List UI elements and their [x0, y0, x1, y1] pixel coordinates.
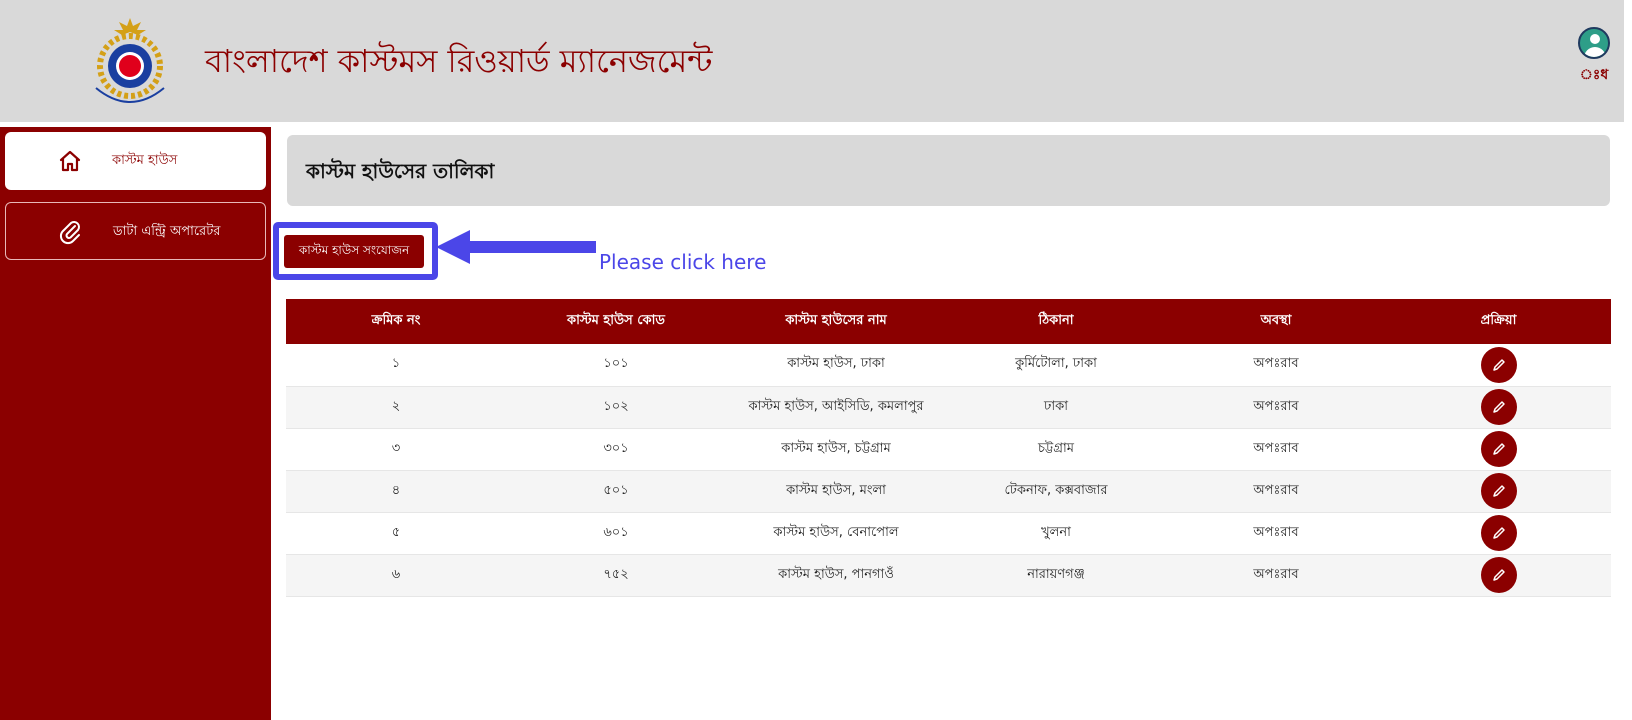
custom-house-table: ক্রমিক নং কাস্টম হাউস কোড কাস্টম হাউসের … — [286, 299, 1611, 597]
edit-button[interactable] — [1480, 389, 1517, 425]
cell-name: কাস্টম হাউস, মংলা — [726, 470, 946, 513]
cell-action — [1386, 428, 1611, 471]
table-row: ৪ ৫০১ কাস্টম হাউস, মংলা টেকনাফ, কক্সবাজা… — [286, 470, 1611, 513]
add-custom-house-button[interactable]: কাস্টম হাউস সংযোজন — [284, 235, 424, 268]
cell-code: ৬০১ — [506, 512, 726, 555]
cell-action — [1386, 470, 1611, 513]
cell-action — [1386, 554, 1611, 597]
page-title: কাস্টম হাউসের তালিকা — [306, 159, 495, 183]
cell-name: কাস্টম হাউস, পানগাওঁ — [726, 554, 946, 597]
pencil-icon — [1492, 401, 1505, 413]
cell-name: কাস্টম হাউস, চট্টগ্রাম — [726, 428, 946, 471]
cell-status: অপঃরাব — [1166, 344, 1386, 387]
sidebar-item-label: কাস্টম হাউস — [112, 153, 178, 168]
cell-address: ঢাকা — [946, 386, 1166, 429]
cell-serial: ৪ — [286, 470, 506, 513]
cell-status: অপঃরাব — [1166, 428, 1386, 471]
cell-serial: ৩ — [286, 428, 506, 471]
cell-name: কাস্টম হাউস, ঢাকা — [726, 344, 946, 387]
pencil-icon — [1492, 359, 1505, 371]
cell-code: ১০২ — [506, 386, 726, 429]
cell-code: ৩০১ — [506, 428, 726, 471]
cell-name: কাস্টম হাউস, বেনাপোল — [726, 512, 946, 555]
table-row: ৫ ৬০১ কাস্টম হাউস, বেনাপোল খুলনা অপঃরাব — [286, 512, 1611, 555]
cell-name: কাস্টম হাউস, আইসিডি, কমলাপুর — [726, 386, 946, 429]
cell-status: অপঃরাব — [1166, 470, 1386, 513]
cell-serial: ৫ — [286, 512, 506, 555]
cell-status: অপঃরাব — [1166, 386, 1386, 429]
cell-code: ৫০১ — [506, 470, 726, 513]
cell-address: চট্টগ্রাম — [946, 428, 1166, 471]
column-header-name: কাস্টম হাউসের নাম — [726, 299, 946, 344]
cell-serial: ২ — [286, 386, 506, 429]
table-row: ২ ১০২ কাস্টম হাউস, আইসিডি, কমলাপুর ঢাকা … — [286, 386, 1611, 429]
cell-action — [1386, 344, 1611, 387]
right-edge-strip — [1624, 0, 1632, 720]
pencil-icon — [1492, 527, 1505, 539]
column-header-status: অবস্থা — [1166, 299, 1386, 344]
app-title: বাংলাদেশ কাস্টমস রিওয়ার্ড ম্যানেজমেন্ট — [205, 42, 713, 80]
pencil-icon — [1492, 443, 1505, 455]
app-header: বাংলাদেশ কাস্টমস রিওয়ার্ড ম্যানেজমেন্ট … — [0, 0, 1632, 122]
cell-status: অপঃরাব — [1166, 512, 1386, 555]
cell-address: কুর্মিটোলা, ঢাকা — [946, 344, 1166, 387]
table-header-row: ক্রমিক নং কাস্টম হাউস কোড কাস্টম হাউসের … — [286, 299, 1611, 344]
cell-code: ১০১ — [506, 344, 726, 387]
cell-status: অপঃরাব — [1166, 554, 1386, 597]
column-header-serial: ক্রমিক নং — [286, 299, 506, 344]
annotation-arrow-icon — [436, 230, 596, 264]
sidebar: কাস্টম হাউস ডাটা এন্ট্রি অপারেটর — [0, 127, 271, 720]
cell-code: ৭৫২ — [506, 554, 726, 597]
table-row: ১ ১০১ কাস্টম হাউস, ঢাকা কুর্মিটোলা, ঢাকা… — [286, 344, 1611, 387]
pencil-icon — [1492, 485, 1505, 497]
cell-address: নারায়ণগঞ্জ — [946, 554, 1166, 597]
pencil-icon — [1492, 569, 1505, 581]
bangladesh-customs-logo — [95, 18, 165, 103]
page-title-bar: কাস্টম হাউসের তালিকা — [287, 135, 1610, 206]
edit-button[interactable] — [1480, 515, 1517, 551]
user-avatar-icon[interactable] — [1578, 27, 1610, 59]
cell-action — [1386, 512, 1611, 555]
edit-button[interactable] — [1480, 473, 1517, 509]
edit-button[interactable] — [1480, 557, 1517, 593]
sidebar-item-label: ডাটা এন্ট্রি অপারেটর — [113, 224, 221, 239]
sidebar-item-custom-house[interactable]: কাস্টম হাউস — [5, 132, 266, 190]
home-icon — [59, 150, 81, 172]
user-menu[interactable]: ঃধ — [1574, 27, 1614, 87]
edit-button[interactable] — [1480, 431, 1517, 467]
paperclip-icon — [59, 221, 80, 245]
annotation-hint-text: Please click here — [599, 250, 767, 274]
column-header-code: কাস্টম হাউস কোড — [506, 299, 726, 344]
table-row: ৩ ৩০১ কাস্টম হাউস, চট্টগ্রাম চট্টগ্রাম অ… — [286, 428, 1611, 471]
cell-address: খুলনা — [946, 512, 1166, 555]
column-header-action: প্রক্রিয়া — [1386, 299, 1611, 344]
sidebar-item-data-entry-operator[interactable]: ডাটা এন্ট্রি অপারেটর — [5, 202, 266, 260]
cell-serial: ১ — [286, 344, 506, 387]
column-header-address: ঠিকানা — [946, 299, 1166, 344]
cell-address: টেকনাফ, কক্সবাজার — [946, 470, 1166, 513]
user-name[interactable]: ঃধ — [1574, 63, 1614, 87]
table-row: ৬ ৭৫২ কাস্টম হাউস, পানগাওঁ নারায়ণগঞ্জ অ… — [286, 554, 1611, 597]
edit-button[interactable] — [1480, 346, 1517, 383]
cell-action — [1386, 386, 1611, 429]
cell-serial: ৬ — [286, 554, 506, 597]
